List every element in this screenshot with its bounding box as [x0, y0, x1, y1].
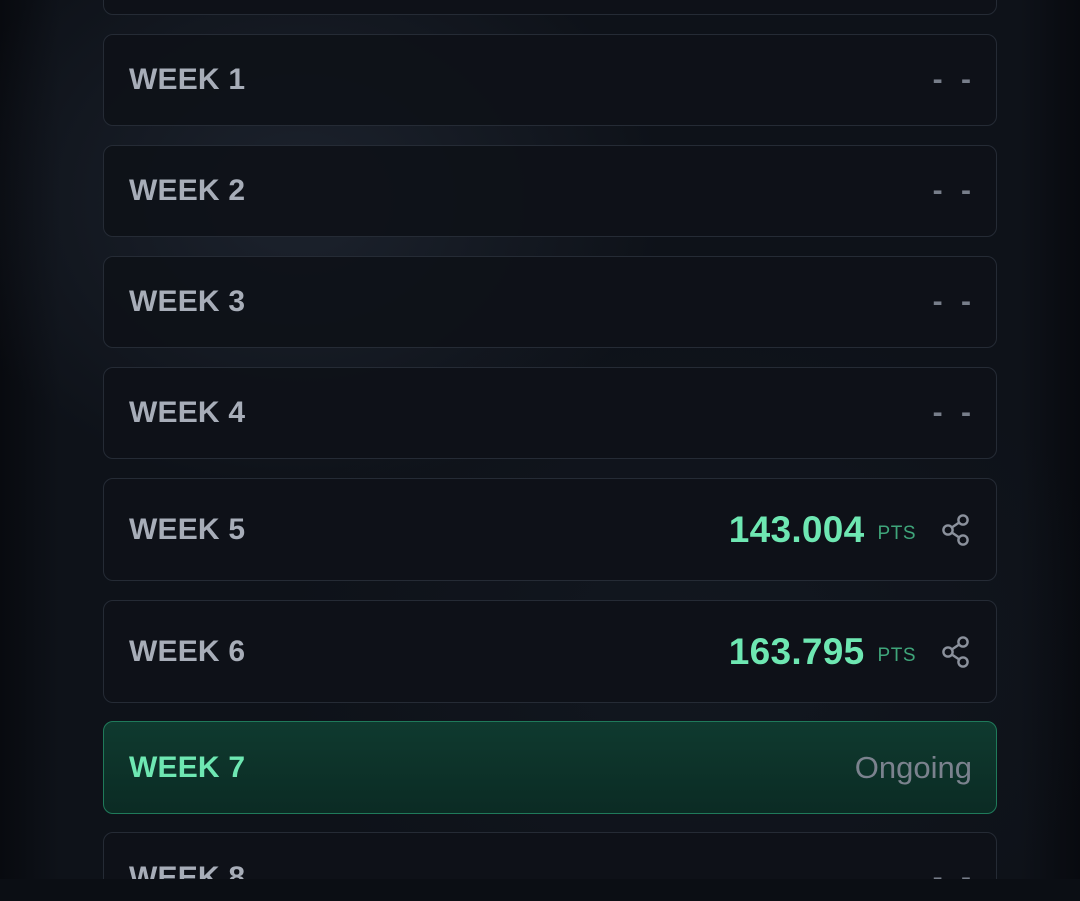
- week-label: WEEK 5: [129, 512, 246, 546]
- week-label: WEEK 6: [129, 634, 246, 668]
- weekly-scores-screen: WEEK 1 - - WEEK 2 - - WEEK 3 - - WEEK 4 …: [0, 0, 1080, 901]
- score-group: 143.004 PTS: [729, 509, 972, 551]
- week-row-4[interactable]: WEEK 4 - -: [103, 367, 997, 459]
- bottom-edge: [0, 879, 1080, 901]
- empty-value: - -: [932, 396, 976, 429]
- week-label: WEEK 1: [129, 63, 246, 96]
- empty-value: - -: [932, 285, 976, 318]
- week-row-6[interactable]: WEEK 6 163.795 PTS: [103, 600, 997, 703]
- week-row-7-current[interactable]: WEEK 7 Ongoing: [103, 721, 997, 814]
- week-row-1[interactable]: WEEK 1 - -: [103, 34, 997, 126]
- score-value: 143.004: [728, 508, 865, 550]
- score-unit: PTS: [877, 645, 916, 666]
- week-row-3[interactable]: WEEK 3 - -: [103, 256, 997, 348]
- week-row-5[interactable]: WEEK 5 143.004 PTS: [103, 478, 997, 581]
- week-row-2[interactable]: WEEK 2 - -: [103, 145, 997, 237]
- previous-card: [103, 0, 997, 15]
- score-unit: PTS: [877, 523, 916, 544]
- week-label: WEEK 2: [129, 174, 246, 207]
- week-label: WEEK 4: [129, 396, 246, 429]
- week-label: WEEK 7: [129, 750, 246, 784]
- share-icon[interactable]: [940, 635, 972, 668]
- score-value: 163.795: [728, 630, 865, 672]
- empty-value: - -: [932, 63, 976, 96]
- week-label: WEEK 3: [129, 285, 246, 318]
- share-icon[interactable]: [940, 513, 972, 546]
- status-text: Ongoing: [854, 749, 972, 785]
- empty-value: - -: [932, 174, 976, 207]
- score-group: 163.795 PTS: [729, 631, 972, 673]
